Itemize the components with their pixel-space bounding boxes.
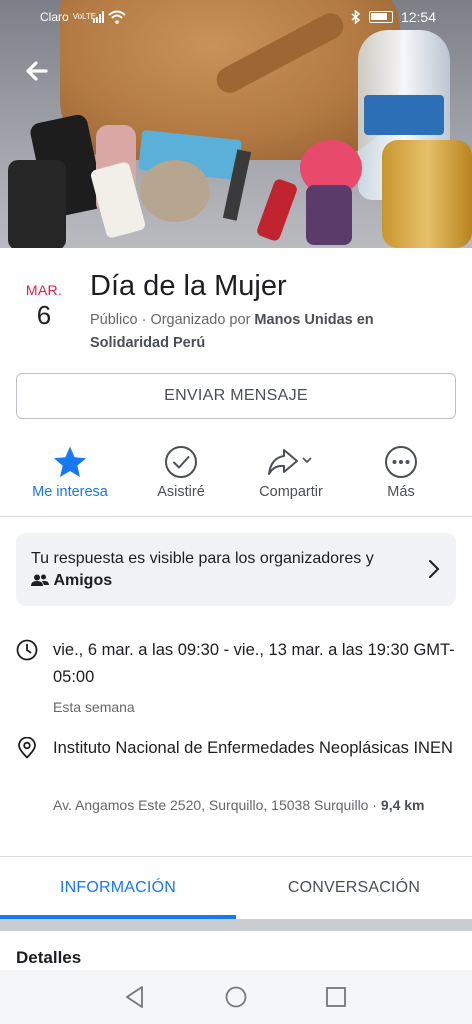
tabs-divider xyxy=(0,856,472,857)
cover-brush-handle xyxy=(306,185,352,245)
carrier-info: Claro VoLTE xyxy=(40,10,126,24)
more-button[interactable]: Más xyxy=(346,444,456,500)
cover-red-item xyxy=(255,177,299,243)
nav-home-icon[interactable] xyxy=(223,984,249,1010)
event-tabs: INFORMACIÓN CONVERSACIÓN xyxy=(0,858,472,920)
cover-black-jar xyxy=(8,160,66,248)
cover-bottle-label xyxy=(364,95,444,135)
visibility-text: Tu respuesta es visible para los organiz… xyxy=(31,548,391,592)
back-arrow-icon[interactable] xyxy=(20,54,54,88)
location-pin-icon xyxy=(18,737,36,759)
wifi-icon xyxy=(108,10,126,24)
visibility-prefix: Tu respuesta es visible para los organiz… xyxy=(31,550,374,567)
network-type: VoLTE xyxy=(72,12,97,21)
visibility-audience: Amigos xyxy=(53,572,113,589)
share-icon xyxy=(268,449,312,475)
details-heading: Detalles xyxy=(16,948,82,967)
event-datetime-sub: Esta semana xyxy=(53,699,135,715)
status-right: 12:54 xyxy=(351,9,436,25)
chevron-right-icon xyxy=(429,560,440,578)
event-date-badge: MAR. 6 xyxy=(20,282,68,331)
cover-jar xyxy=(382,140,472,248)
action-row: Me interesa Asistiré Compartir Más xyxy=(0,444,472,508)
event-day: 6 xyxy=(36,300,52,330)
going-label: Asistiré xyxy=(157,484,205,500)
star-icon xyxy=(54,446,86,477)
friends-icon xyxy=(31,574,49,586)
bluetooth-icon xyxy=(351,10,361,24)
response-visibility-card[interactable]: Tu respuesta es visible para los organiz… xyxy=(16,533,456,606)
tab-conversation[interactable]: CONVERSACIÓN xyxy=(236,858,472,918)
nav-back-icon[interactable] xyxy=(122,984,148,1010)
clock-icon xyxy=(16,639,38,661)
event-distance: 9,4 km xyxy=(380,797,425,813)
interested-label: Me interesa xyxy=(32,484,108,500)
event-address: Av. Angamos Este 2520, Surquillo, 15038 … xyxy=(53,797,381,813)
event-cover-photo[interactable] xyxy=(0,0,472,248)
event-datetime: vie., 6 mar. a las 09:30 - vie., 13 mar.… xyxy=(53,641,455,686)
cover-soap xyxy=(140,160,210,222)
more-label: Más xyxy=(387,484,415,500)
event-month: MAR. xyxy=(25,282,63,298)
tab-information[interactable]: INFORMACIÓN xyxy=(0,858,236,918)
clock: 12:54 xyxy=(400,9,436,25)
cover-cream-tube xyxy=(89,161,147,239)
send-message-button[interactable]: ENVIAR MENSAJE xyxy=(16,373,456,419)
event-address-line: Av. Angamos Este 2520, Surquillo, 15038 … xyxy=(53,794,453,817)
battery-icon xyxy=(368,11,393,23)
status-bar: Claro VoLTE 12:54 xyxy=(0,0,472,36)
nav-recents-icon[interactable] xyxy=(323,984,349,1010)
interested-button[interactable]: Me interesa xyxy=(15,444,125,500)
going-button[interactable]: Asistiré xyxy=(126,444,236,500)
carrier-name: Claro xyxy=(40,10,69,24)
event-title: Día de la Mujer xyxy=(90,270,287,302)
more-icon xyxy=(385,446,417,478)
system-nav-bar xyxy=(0,970,472,1024)
signal-icon xyxy=(92,11,104,23)
share-button[interactable]: Compartir xyxy=(236,444,346,500)
section-divider xyxy=(0,516,472,517)
event-privacy: Público · Organizado por xyxy=(90,312,255,328)
event-location[interactable]: Instituto Nacional de Enfermedades Neopl… xyxy=(53,735,463,762)
share-label: Compartir xyxy=(259,484,323,500)
event-meta: Público · Organizado por Manos Unidas en… xyxy=(90,309,440,355)
check-circle-icon xyxy=(165,446,197,478)
section-separator xyxy=(0,919,472,931)
